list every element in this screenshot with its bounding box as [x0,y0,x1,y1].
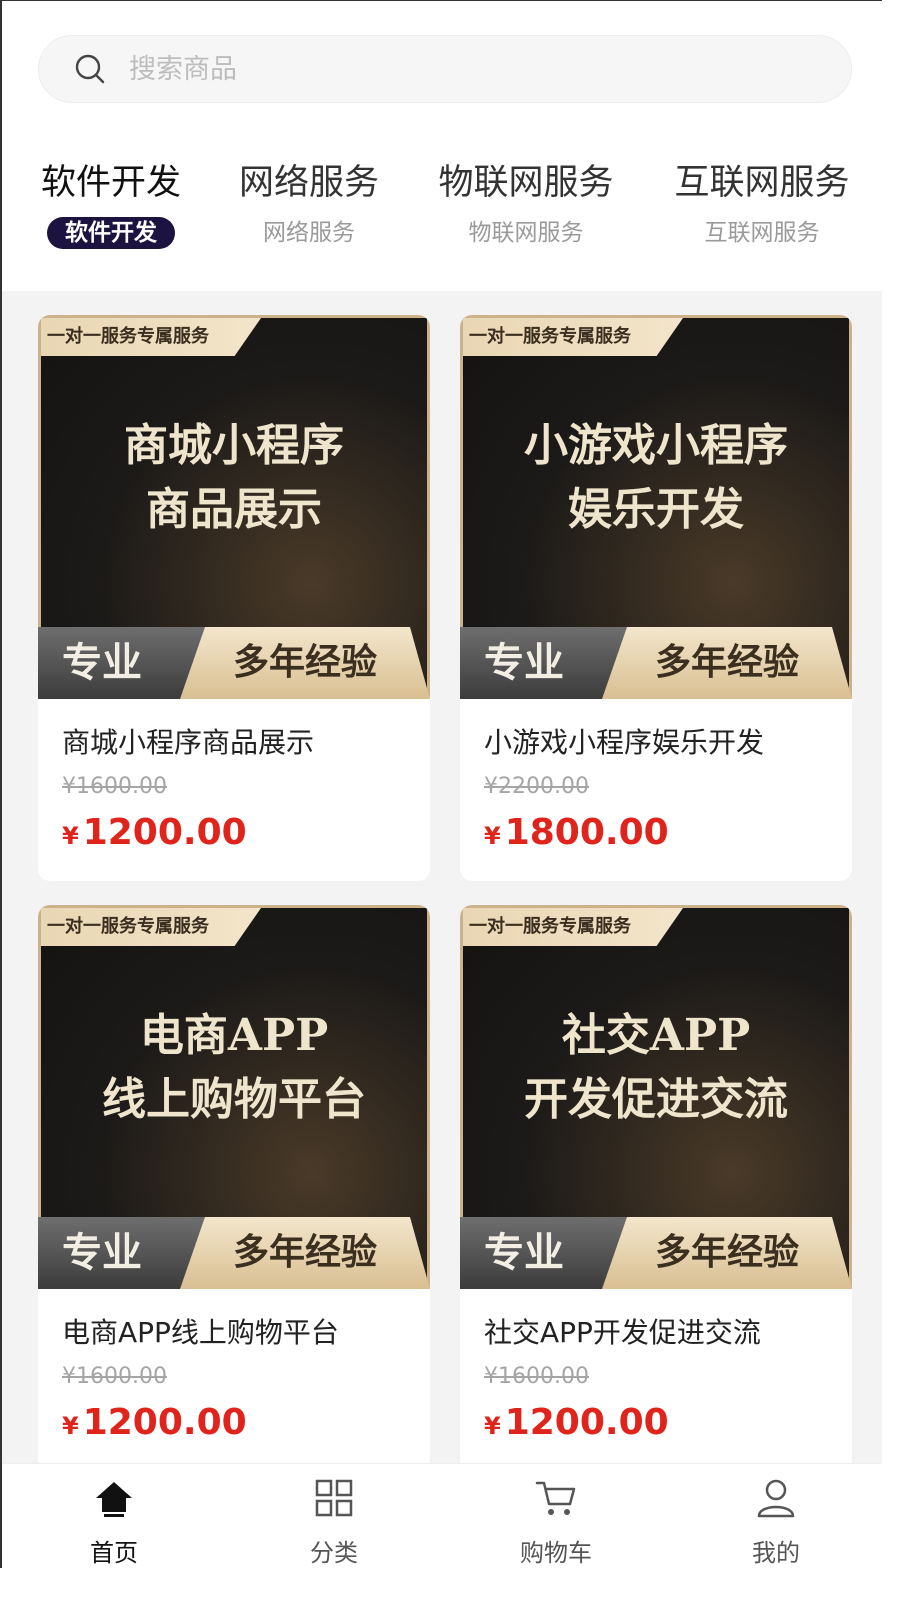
tab-software-dev[interactable]: 软件开发 软件开发 [38,161,184,249]
search-icon [75,54,105,84]
service-ribbon: 一对一服务专属服务 [41,318,261,356]
service-ribbon: 一对一服务专属服务 [41,908,261,946]
experience-badge: 多年经验 [180,1217,430,1289]
tab-label: 网络服务 [238,163,379,203]
price-amount: 1800.00 [504,812,669,853]
tab-label: 软件开发 [40,163,181,203]
product-name: 商城小程序商品展示 [62,726,315,759]
product-grid: 一对一服务专属服务 商城小程序 商品展示 专业 多年经验 商城小程序商品展示 ¥… [2,291,882,1471]
home-icon [96,1482,132,1517]
product-card[interactable]: 一对一服务专属服务 电商APP 线上购物平台 专业 多年经验 电商APP线上购物… [38,905,430,1471]
tab-label: 互联网服务 [674,163,850,203]
product-card[interactable]: 一对一服务专属服务 社交APP 开发促进交流 专业 多年经验 社交APP开发促进… [460,905,852,1471]
banner-title-line2: 线上购物平台 [102,1074,366,1125]
banner-title-line1: 商城小程序 [124,420,344,471]
product-name: 社交APP开发促进交流 [484,1316,761,1349]
banner-title-line1: 小游戏小程序 [524,420,788,471]
product-name: 小游戏小程序娱乐开发 [484,726,765,759]
app-screen: 软件开发 软件开发 网络服务 网络服务 物联网服务 物联网服务 互联网服务 互联… [0,0,882,1568]
banner-title-line2: 开发促进交流 [524,1074,788,1125]
tabbar-cart[interactable]: 购物车 [496,1476,616,1568]
tabbar-label: 首页 [90,1539,138,1567]
tabbar-category[interactable]: 分类 [274,1476,394,1568]
currency-symbol: ¥ [484,822,501,850]
service-ribbon: 一对一服务专属服务 [463,318,683,356]
product-banner: 一对一服务专属服务 社交APP 开发促进交流 专业 多年经验 [460,905,852,1289]
product-banner: 一对一服务专属服务 电商APP 线上购物平台 专业 多年经验 [38,905,430,1289]
price-amount: 1200.00 [504,1402,669,1443]
tabbar-label: 购物车 [520,1539,592,1567]
tab-sublabel: 互联网服务 [704,220,820,246]
experience-badge: 多年经验 [602,1217,852,1289]
search-input[interactable] [129,53,729,85]
tab-sublabel: 物联网服务 [468,220,584,246]
category-tabs: 软件开发 软件开发 网络服务 网络服务 物联网服务 物联网服务 互联网服务 互联… [2,161,882,281]
tabbar-label: 分类 [310,1539,358,1567]
currency-symbol: ¥ [484,1412,501,1440]
original-price: ¥1600.00 [484,1364,589,1389]
sale-price: ¥1800.00 [484,811,828,861]
product-card[interactable]: 一对一服务专属服务 商城小程序 商品展示 专业 多年经验 商城小程序商品展示 ¥… [38,315,430,881]
currency-symbol: ¥ [62,1412,79,1440]
tab-iot-service[interactable]: 物联网服务 物联网服务 [434,161,618,249]
product-banner: 一对一服务专属服务 小游戏小程序 娱乐开发 专业 多年经验 [460,315,852,699]
search-bar[interactable] [38,35,852,103]
price-amount: 1200.00 [82,812,247,853]
price-amount: 1200.00 [82,1402,247,1443]
grid-icon [315,1479,353,1517]
experience-badge: 多年经验 [602,627,852,699]
tab-network-service[interactable]: 网络服务 网络服务 [236,161,382,249]
sale-price: ¥1200.00 [484,1401,828,1451]
user-icon [757,1479,795,1518]
tabbar-label: 我的 [752,1539,800,1567]
original-price: ¥2200.00 [484,774,589,799]
bottom-tab-bar: 首页 分类 购物车 我的 [2,1463,882,1568]
tab-sublabel: 网络服务 [263,220,355,246]
banner-title-line2: 娱乐开发 [568,484,744,535]
cart-icon [535,1481,576,1515]
tab-label: 物联网服务 [438,163,614,203]
experience-badge: 多年经验 [180,627,430,699]
banner-title-line1: 社交APP [561,1010,751,1061]
sale-price: ¥1200.00 [62,1401,406,1451]
banner-title-line1: 电商APP [139,1010,329,1061]
tab-sublabel: 软件开发 [47,217,175,249]
service-ribbon: 一对一服务专属服务 [463,908,683,946]
banner-title-line2: 商品展示 [146,484,322,535]
product-card[interactable]: 一对一服务专属服务 小游戏小程序 娱乐开发 专业 多年经验 小游戏小程序娱乐开发… [460,315,852,881]
original-price: ¥1600.00 [62,774,167,799]
product-banner: 一对一服务专属服务 商城小程序 商品展示 专业 多年经验 [38,315,430,699]
tabbar-mine[interactable]: 我的 [716,1476,836,1568]
currency-symbol: ¥ [62,822,79,850]
tab-internet-service[interactable]: 互联网服务 互联网服务 [670,161,854,249]
tabbar-home[interactable]: 首页 [54,1476,174,1568]
original-price: ¥1600.00 [62,1364,167,1389]
product-name: 电商APP线上购物平台 [62,1316,339,1349]
sale-price: ¥1200.00 [62,811,406,861]
